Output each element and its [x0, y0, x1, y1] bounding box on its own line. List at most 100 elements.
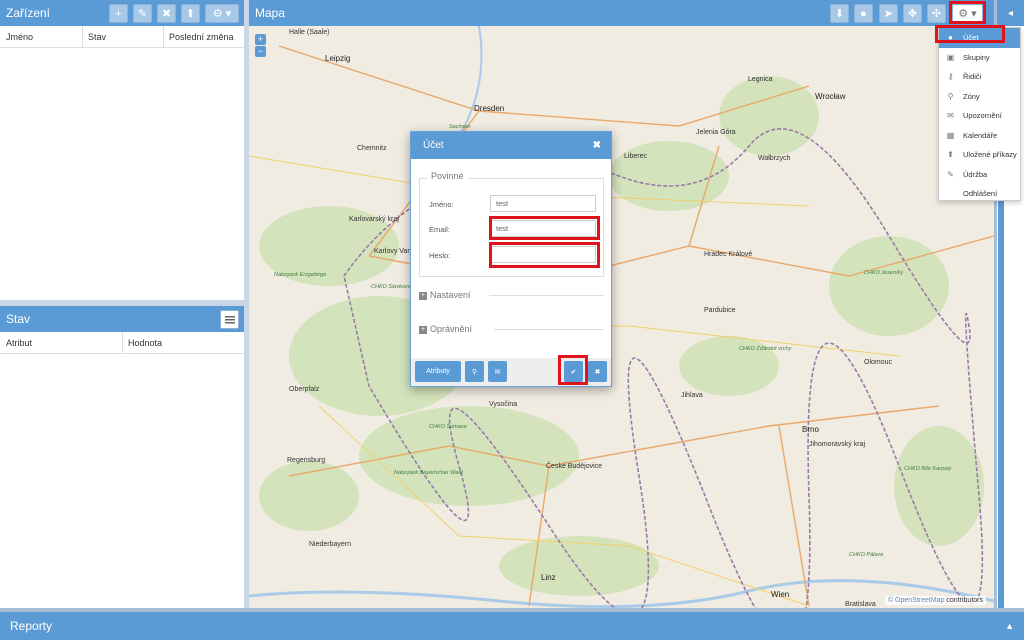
upload-icon: ⬆: [947, 150, 954, 159]
map-panel: Mapa ⬇ ● ➤ ✥ ✣ ⚙ ▾ Halle (Saale) Leipzig…: [249, 0, 994, 608]
column-name[interactable]: Jméno: [6, 32, 33, 42]
reports-title: Reporty: [10, 619, 53, 633]
svg-text:CHKO Pálava: CHKO Pálava: [849, 552, 883, 558]
dialog-header: Účet ✖: [411, 132, 611, 159]
zoom-out-button[interactable]: −: [255, 46, 266, 57]
svg-text:Sachsen: Sachsen: [449, 124, 470, 130]
svg-text:Jihomoravský kraj: Jihomoravský kraj: [809, 441, 865, 448]
svg-text:Halle (Saale): Halle (Saale): [289, 29, 329, 36]
dialog-title: Účet: [423, 140, 444, 151]
state-table-header: Atribut Hodnota: [0, 332, 244, 354]
svg-text:Jihlava: Jihlava: [681, 392, 703, 399]
map-marker-button[interactable]: ⚲: [465, 361, 484, 382]
app-root: Zařízení + ✎ ✖ ⬆ ⚙ ▾ Jméno Stav Poslední…: [0, 0, 1024, 640]
highlight-settings-gear: [949, 1, 986, 24]
devices-panel: Zařízení + ✎ ✖ ⬆ ⚙ ▾ Jméno Stav Poslední…: [0, 0, 244, 300]
permissions-section-toggle[interactable]: + Oprávnění: [419, 324, 604, 334]
navigate-icon[interactable]: ➤: [879, 4, 898, 23]
svg-text:Olomouc: Olomouc: [864, 359, 893, 366]
add-device-button[interactable]: +: [109, 4, 128, 23]
state-panel: Stav Atribut Hodnota: [0, 306, 244, 608]
target-icon[interactable]: ●: [854, 4, 873, 23]
download-icon[interactable]: ⬇: [830, 4, 849, 23]
menu-item-logout[interactable]: Odhlášení: [939, 184, 1020, 204]
remove-device-button[interactable]: ✖: [157, 4, 176, 23]
close-icon[interactable]: ✖: [593, 140, 601, 151]
svg-text:Legnica: Legnica: [748, 76, 773, 83]
map-tiles: Halle (Saale) Leipzig Dresden Chemnitz K…: [249, 25, 994, 608]
cancel-button[interactable]: ✖: [588, 361, 607, 382]
svg-text:Naturpark Bayerischer Wald: Naturpark Bayerischer Wald: [394, 470, 464, 476]
svg-text:CHKO Jeseníky: CHKO Jeseníky: [864, 270, 904, 276]
svg-text:Jelenia Góra: Jelenia Góra: [696, 129, 736, 136]
svg-text:Hradec Králové: Hradec Králové: [704, 251, 752, 258]
svg-text:Naturpark Erzgebirge: Naturpark Erzgebirge: [274, 272, 326, 278]
paw-icon[interactable]: ✥: [903, 4, 922, 23]
menu-item-groups[interactable]: ▣ Skupiny: [939, 48, 1020, 68]
highlight-confirm-button: [558, 355, 588, 385]
highlight-password-input: [489, 242, 600, 268]
column-last-update[interactable]: Poslední změna: [169, 32, 234, 42]
svg-text:Bratislava: Bratislava: [845, 601, 876, 608]
settings-section-toggle[interactable]: + Nastavení: [419, 290, 604, 300]
attributes-button[interactable]: Atributy: [415, 361, 461, 382]
column-value[interactable]: Hodnota: [128, 338, 162, 348]
expand-icon: +: [419, 291, 427, 300]
svg-text:Leipzig: Leipzig: [325, 54, 350, 63]
edit-device-button[interactable]: ✎: [133, 4, 152, 23]
menu-item-zones[interactable]: ⚲ Zóny: [939, 87, 1020, 107]
zoom-in-button[interactable]: +: [255, 34, 266, 45]
reports-panel-header[interactable]: Reporty ▲: [0, 612, 1024, 640]
svg-text:Regensburg: Regensburg: [287, 457, 325, 464]
calendar-icon: ▦: [946, 130, 955, 140]
svg-text:Liberec: Liberec: [624, 153, 647, 160]
svg-text:Oberpfalz: Oberpfalz: [289, 386, 320, 393]
expand-icon: +: [419, 325, 427, 334]
svg-text:Pardubice: Pardubice: [704, 307, 736, 314]
logout-icon: [946, 189, 955, 198]
svg-text:Chemnitz: Chemnitz: [357, 145, 387, 152]
collapse-arrow-icon[interactable]: ◂: [997, 0, 1024, 26]
menu-item-calendars[interactable]: ▦ Kalendáře: [939, 126, 1020, 146]
name-label: Jméno:: [429, 200, 454, 209]
osm-link[interactable]: © OpenStreetMap: [888, 597, 945, 604]
highlight-email-input: [489, 216, 600, 240]
horizontal-splitter[interactable]: [0, 300, 244, 306]
svg-text:CHKO Bílé Karpaty: CHKO Bílé Karpaty: [904, 466, 953, 472]
required-legend: Povinné: [427, 171, 468, 181]
crosshair-icon[interactable]: ✣: [927, 4, 946, 23]
key-icon: ⚷: [947, 72, 954, 81]
wrench-icon: ✎: [947, 169, 954, 179]
svg-text:Dresden: Dresden: [474, 104, 504, 113]
column-attribute[interactable]: Atribut: [6, 338, 32, 348]
svg-text:CHKO Šumava: CHKO Šumava: [429, 423, 467, 430]
map-canvas[interactable]: Halle (Saale) Leipzig Dresden Chemnitz K…: [249, 25, 994, 608]
expand-up-icon[interactable]: ▲: [1005, 621, 1014, 631]
notifications-button[interactable]: ✉: [488, 361, 507, 382]
svg-text:Niederbayern: Niederbayern: [309, 541, 351, 548]
devices-table-header: Jméno Stav Poslední změna: [0, 26, 244, 48]
svg-text:Wałbrzych: Wałbrzych: [758, 155, 791, 162]
svg-text:Wien: Wien: [771, 590, 789, 599]
groups-icon: ▣: [946, 52, 955, 62]
send-command-button[interactable]: ⬆: [181, 4, 200, 23]
map-panel-title: Mapa: [255, 6, 286, 20]
email-label: Email:: [429, 225, 450, 234]
device-gear-menu-button[interactable]: ⚙ ▾: [205, 4, 239, 23]
menu-item-notifications[interactable]: ✉ Upozornění: [939, 106, 1020, 126]
devices-panel-title: Zařízení: [6, 6, 51, 20]
column-status[interactable]: Stav: [88, 32, 106, 42]
svg-text:Karlovy Vary: Karlovy Vary: [374, 248, 414, 255]
menu-item-maintenance[interactable]: ✎ Údržba: [939, 165, 1020, 185]
name-input[interactable]: test: [490, 195, 596, 212]
map-attribution: © OpenStreetMap contributors: [884, 596, 986, 605]
svg-text:Brno: Brno: [802, 425, 819, 434]
menu-item-saved-commands[interactable]: ⬆ Uložené příkazy: [939, 145, 1020, 165]
highlight-account-item: [935, 25, 1005, 43]
list-icon[interactable]: [220, 310, 239, 329]
svg-text:Wrocław: Wrocław: [815, 92, 846, 101]
envelope-icon: ✉: [947, 111, 954, 120]
vertical-splitter[interactable]: [244, 0, 249, 608]
menu-item-drivers[interactable]: ⚷ Řidiči: [939, 67, 1020, 87]
svg-text:Vysočina: Vysočina: [489, 401, 517, 408]
